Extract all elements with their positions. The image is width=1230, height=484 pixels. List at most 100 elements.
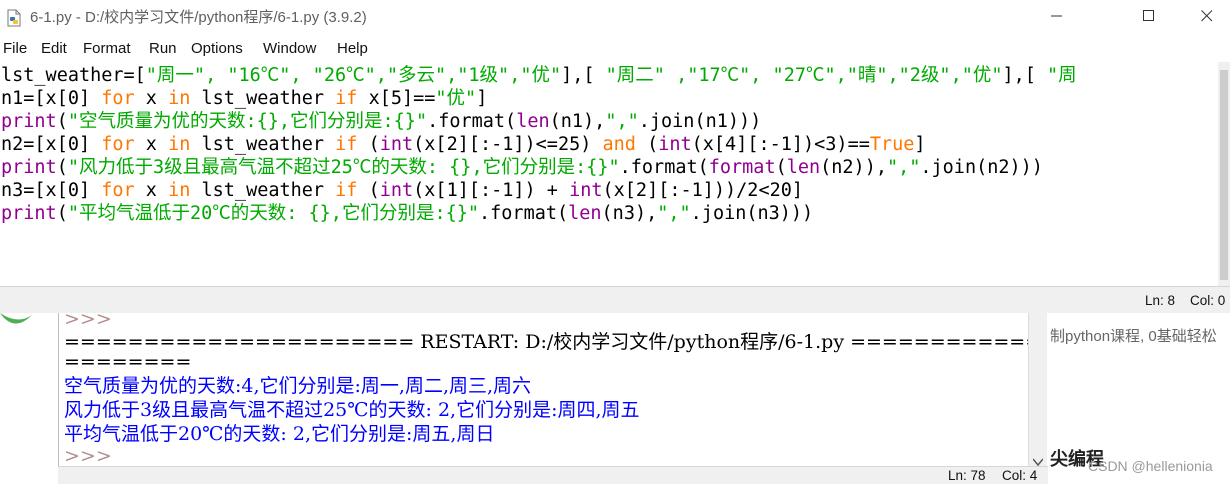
code-token: "平均气温低于20℃的天数: {},它们分别是:{}" xyxy=(67,203,480,224)
code-line[interactable]: print("空气质量为优的天数:{},它们分别是:{}".format(len… xyxy=(1,110,761,133)
shell-output[interactable]: >>> ====================== RESTART: D:/校… xyxy=(58,313,1030,467)
code-token: ( xyxy=(357,134,380,155)
code-token: print xyxy=(1,111,57,132)
code-token: .format( xyxy=(619,157,709,178)
code-token: for xyxy=(101,180,135,201)
code-line[interactable]: lst_weather=["周一", "16℃", "26℃","多云","1级… xyxy=(1,64,1077,87)
code-token: if xyxy=(335,180,358,201)
code-token: lst_weather xyxy=(190,180,336,201)
code-token: .join(n1))) xyxy=(638,111,762,132)
code-token: int xyxy=(379,180,414,201)
code-token: lst_weather xyxy=(190,88,336,109)
shell-prompt[interactable]: >>> xyxy=(64,444,112,466)
code-token: lst_weather=[ xyxy=(1,65,146,86)
close-icon xyxy=(1201,7,1213,26)
code-line[interactable]: print("风力低于3级且最高气温不超过25℃的天数: {},它们分别是:{}… xyxy=(1,156,1043,179)
shell-status-bar: Ln: 78 Col: 4 xyxy=(58,466,1048,484)
background-side-text: 制python课程, 0基础轻松 xyxy=(1050,328,1217,345)
green-logo xyxy=(0,313,40,339)
shell-scrollbar[interactable] xyxy=(1028,313,1047,467)
code-token: . xyxy=(427,111,439,132)
code-token: n2=[x[0] xyxy=(1,134,102,155)
shell-output-line: 风力低于3级且最高气温不超过25℃的天数: 2,它们分别是:周四,周五 xyxy=(64,399,640,421)
code-token: .join(n3))) xyxy=(690,203,814,224)
close-button[interactable] xyxy=(1184,0,1230,32)
code-token: "周一", "16℃", "26℃","多云","1级","优" xyxy=(145,65,562,86)
code-token: ( xyxy=(357,180,380,201)
code-editor[interactable]: lst_weather=["周一", "16℃", "26℃","多云","1级… xyxy=(0,62,1218,286)
code-token: "风力低于3级且最高气温不超过25℃的天数: {},它们分别是:{}" xyxy=(67,157,620,178)
shell-output-line: 空气质量为优的天数:4,它们分别是:周一,周二,周三,周六 xyxy=(64,375,532,397)
code-token: (x[1][:-1]) + xyxy=(413,180,570,201)
code-line[interactable]: n1=[x[0] for x in lst_weather if x[5]=="… xyxy=(1,87,487,110)
code-token: "," xyxy=(605,111,639,132)
code-token: "空气质量为优的天数:{},它们分别是:{}" xyxy=(67,111,428,132)
code-token: lst_weather xyxy=(190,134,336,155)
editor-scrollbar[interactable] xyxy=(1218,62,1230,286)
code-token: x xyxy=(134,88,169,109)
code-token: "周 xyxy=(1047,65,1077,86)
code-token: print xyxy=(1,203,57,224)
code-token: "," xyxy=(657,203,691,224)
shell-restart-continuation: ======== xyxy=(64,351,192,373)
code-token: (x[2][:-1])<=25) xyxy=(413,134,603,155)
code-token: n1=[x[0] xyxy=(1,88,102,109)
csdn-watermark: CSDN @hellenionia xyxy=(1088,458,1213,474)
code-token: in xyxy=(168,180,191,201)
code-token: ( xyxy=(635,134,659,155)
code-token: ] xyxy=(914,134,926,155)
code-token: ( xyxy=(56,111,68,132)
code-token: x[5]== xyxy=(357,88,436,109)
code-token: True xyxy=(869,134,915,155)
code-token: for xyxy=(101,134,135,155)
code-token: int xyxy=(569,180,603,201)
maximize-button[interactable] xyxy=(1126,0,1172,32)
menu-window[interactable]: Window xyxy=(263,36,316,62)
shell-column-number: Col: 4 xyxy=(1002,468,1038,483)
code-token: int xyxy=(379,134,414,155)
editor-line-number: Ln: 8 xyxy=(1145,293,1176,308)
code-token: len xyxy=(786,157,821,178)
code-token: x xyxy=(134,180,169,201)
code-token: .join(n2))) xyxy=(920,157,1043,178)
code-token: x xyxy=(134,134,169,155)
code-line[interactable]: n3=[x[0] for x in lst_weather if (int(x[… xyxy=(1,179,803,202)
menu-bar: File Edit Format Run Options Window Help xyxy=(0,36,1230,62)
code-token: "," xyxy=(886,157,921,178)
code-token: ( xyxy=(56,203,68,224)
code-token: ( xyxy=(775,157,787,178)
code-token: if xyxy=(335,88,358,109)
minimize-button[interactable] xyxy=(1034,0,1080,32)
shell-prompt: >>> xyxy=(64,313,112,330)
code-token: in xyxy=(168,88,191,109)
menu-file[interactable]: File xyxy=(3,36,27,62)
code-token: "周二" ,"17℃", "27℃","晴","2级","优" xyxy=(605,65,1003,86)
code-token: (x[4][:-1])<3)== xyxy=(691,134,870,155)
code-line[interactable]: n2=[x[0] for x in lst_weather if (int(x[… xyxy=(1,133,926,156)
code-token: if xyxy=(335,134,358,155)
code-token: "优" xyxy=(435,88,477,109)
menu-help[interactable]: Help xyxy=(337,36,368,62)
code-line[interactable]: print("平均气温低于20℃的天数: {},它们分别是:{}".format… xyxy=(1,202,813,225)
code-token: ( xyxy=(56,157,68,178)
menu-options[interactable]: Options xyxy=(191,36,243,62)
minimize-icon xyxy=(1051,7,1063,26)
code-token: for xyxy=(101,88,135,109)
code-token: n3=[x[0] xyxy=(1,180,102,201)
maximize-icon xyxy=(1143,7,1155,26)
menu-edit[interactable]: Edit xyxy=(41,36,67,62)
code-token: and xyxy=(602,134,636,155)
menu-format[interactable]: Format xyxy=(83,36,131,62)
code-token: format xyxy=(708,157,776,178)
shell-restart-line: ====================== RESTART: D:/校内学习文… xyxy=(64,331,1030,353)
shell-output-line: 平均气温低于20℃的天数: 2,它们分别是:周五,周日 xyxy=(64,423,495,445)
editor-scroll-thumb[interactable] xyxy=(1220,70,1228,280)
title-bar: 6-1.py - D:/校内学习文件/python程序/6-1.py (3.9.… xyxy=(0,0,1230,36)
menu-run[interactable]: Run xyxy=(149,36,177,62)
code-token: (n3), xyxy=(601,203,658,224)
code-token: format( xyxy=(438,111,517,132)
window-title: 6-1.py - D:/校内学习文件/python程序/6-1.py (3.9.… xyxy=(30,9,367,26)
code-token: ] xyxy=(476,88,488,109)
editor-column-number: Col: 0 xyxy=(1190,293,1226,308)
code-token: print xyxy=(1,157,57,178)
